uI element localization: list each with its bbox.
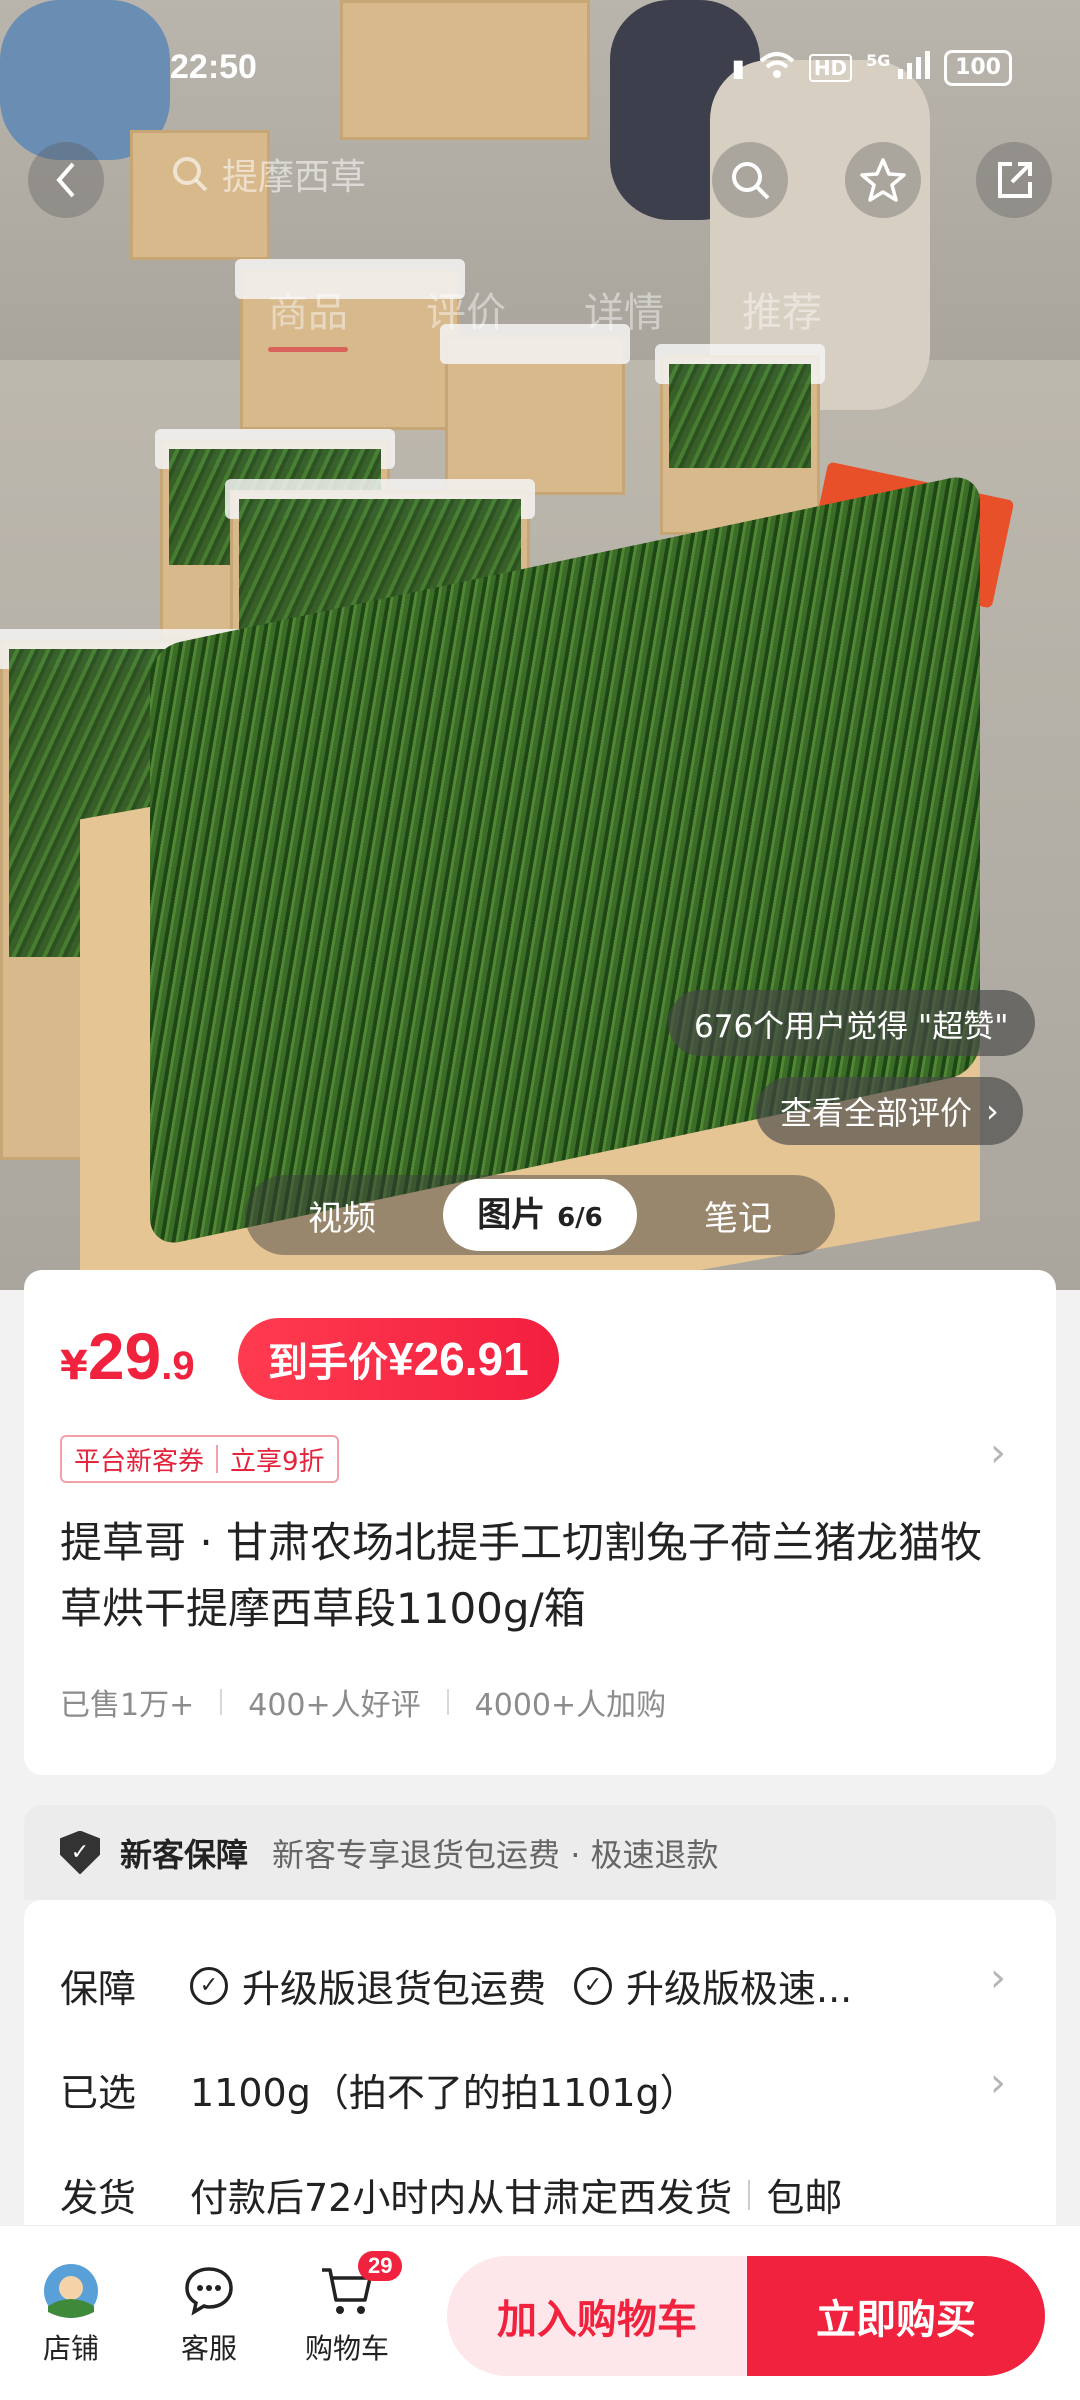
cart-adds: 4000+人加购 [474,1688,667,1723]
search-button[interactable] [712,142,788,218]
segment-video[interactable]: 视频 [245,1191,439,1240]
segment-notes[interactable]: 笔记 [641,1191,835,1240]
wifi-icon [759,51,795,85]
tab-details[interactable]: 详情 [584,280,664,338]
status-time: 22:50 [170,48,257,86]
praise-tag[interactable]: 676个用户觉得 "超赞" [668,990,1035,1056]
segment-images[interactable]: 图片 6/6 [443,1179,637,1251]
new-customer-guarantee[interactable]: ✓ 新客保障 新客专享退货包运费 · 极速退款 [24,1805,1056,1900]
shield-check-icon: ✓ [60,1830,100,1875]
chevron-right-icon[interactable]: › [990,2060,1006,2106]
sold-count: 已售1万+ [60,1688,195,1723]
image-counter: 6/6 [557,1203,603,1233]
hay-box [440,324,630,495]
cart-count-badge: 29 [358,2251,403,2281]
chevron-left-icon [56,162,75,198]
selected-spec-row[interactable]: 已选 1100g（拍不了的拍1101g） [60,2062,698,2117]
price: ¥ 29 .9 [60,1319,195,1393]
shop-button[interactable]: 店铺 [16,2261,126,2367]
search-bar[interactable]: 提摩西草 [170,148,366,200]
free-shipping: 包邮 [766,2176,843,2220]
see-all-reviews-button[interactable]: 查看全部评价 › [756,1077,1023,1145]
battery-icon: 100 [944,50,1012,86]
share-icon [998,162,1032,198]
chevron-right-icon[interactable]: › [990,1430,1006,1476]
favorite-button[interactable] [845,142,921,218]
protection-row[interactable]: 保障 ✓ 升级版退货包运费 ✓ 升级版极速... [60,1958,852,2013]
selected-spec-value: 1100g（拍不了的拍1101g） [190,2071,698,2115]
tab-recommend[interactable]: 推荐 [742,280,822,338]
search-icon [173,157,208,192]
product-title: 提草哥 · 甘肃农场北提手工切割兔子荷兰猪龙猫牧草烘干提摩西草段1100g/箱 [60,1518,983,1633]
hd-icon: HD [808,54,853,82]
coupon-tag[interactable]: 平台新客券 立享9折 [60,1435,339,1483]
star-icon [860,158,906,202]
shipping-row: 发货 付款后72小时内从甘肃定西发货 包邮 [60,2167,842,2222]
page-tabs: 商品 评价 详情 推荐 [268,280,822,352]
bottom-action-bar: 店铺 客服 29 购物车 加入购物车 立即购买 [0,2225,1080,2400]
signal-icon: 5G [866,51,931,85]
buy-now-button[interactable]: 立即购买 [747,2256,1045,2376]
tab-reviews[interactable]: 评价 [426,280,506,338]
see-all-reviews-label: 查看全部评价 [780,1094,973,1132]
final-price-badge: 到手价 ¥26.91 [238,1318,559,1400]
chevron-right-icon[interactable]: › [990,1955,1006,2001]
sales-stats: 已售1万+ 400+人好评 4000+人加购 [60,1680,666,1724]
vibrate-icon: ▮ [731,54,745,82]
hay-box [655,344,825,535]
shipping-value: 付款后72小时内从甘肃定西发货 [190,2176,733,2220]
search-text: 提摩西草 [222,157,367,198]
tab-product[interactable]: 商品 [268,280,348,352]
media-segment-control: 视频 图片 6/6 笔记 [245,1175,835,1255]
check-circle-icon: ✓ [574,1966,613,2005]
status-icons: ▮ HD 5G 100 [732,50,1012,86]
add-to-cart-button[interactable]: 加入购物车 [447,2256,747,2376]
status-bar: 22:50 ▮ HD 5G 100 [0,40,1080,100]
cart-button[interactable]: 29 购物车 [292,2251,403,2367]
check-circle-icon: ✓ [190,1966,228,2005]
search-icon [732,162,770,200]
customer-service-button[interactable]: 客服 [154,2261,264,2367]
back-button[interactable] [28,142,104,218]
chevron-right-icon: › [986,1092,999,1130]
share-button[interactable] [976,142,1052,218]
shop-avatar-icon [44,2264,98,2318]
good-reviews: 400+人好评 [248,1688,421,1723]
chat-bubble-icon [185,2267,233,2316]
